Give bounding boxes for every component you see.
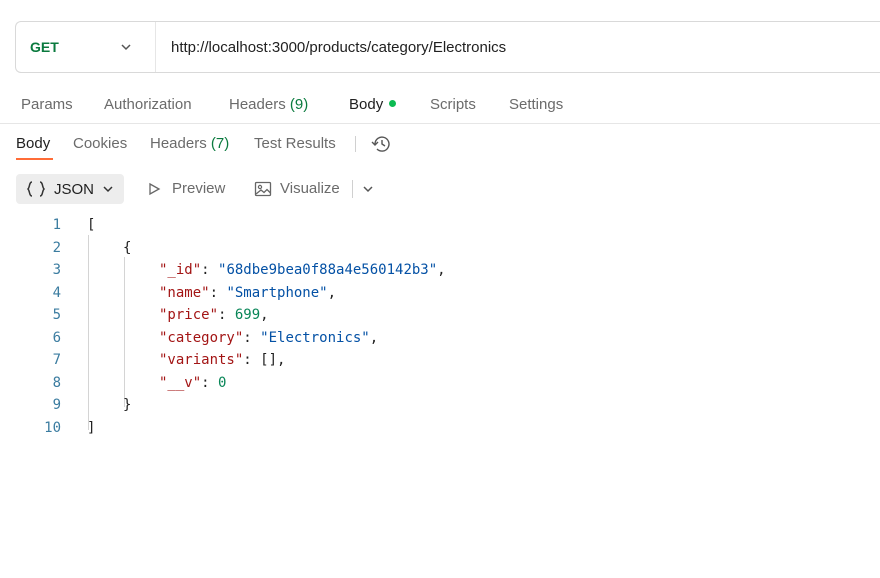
line-number: 10 [44, 420, 61, 436]
chevron-down-icon [103, 186, 113, 193]
response-tab-test-results[interactable]: Test Results [254, 135, 336, 152]
json-key: "__v" [159, 375, 202, 391]
json-key: "name" [159, 285, 210, 301]
json-key: "price" [159, 307, 219, 323]
indent-guide [124, 257, 125, 407]
indent-guide [88, 235, 89, 430]
json-value: 699 [234, 307, 261, 323]
format-label: JSON [54, 180, 95, 198]
play-icon [149, 182, 161, 196]
json-open-bracket: [ [87, 217, 96, 233]
json-value: "Smartphone" [226, 285, 328, 301]
active-indicator-dot [389, 100, 397, 107]
tab-headers-count: (9) [289, 96, 309, 113]
json-value: "68dbe9bea0f88a4e560142b3" [218, 262, 438, 278]
response-tab-headers-count: (7) [210, 135, 230, 152]
response-tab-headers[interactable]: Headers (7) [150, 135, 229, 152]
json-line: "_id": "68dbe9bea0f88a4e560142b3", [159, 262, 446, 278]
image-icon [254, 181, 272, 197]
response-tab-body[interactable]: Body [16, 135, 50, 152]
json-close-bracket: ] [87, 420, 96, 436]
method-select[interactable]: GET [16, 22, 156, 72]
response-tab-cookies[interactable]: Cookies [73, 135, 127, 152]
format-select-button[interactable]: JSON [16, 174, 124, 204]
line-number: 3 [52, 262, 61, 278]
json-open-brace: { [123, 240, 132, 256]
line-number: 8 [52, 375, 61, 391]
json-key: "variants" [159, 352, 244, 368]
line-number: 4 [52, 285, 61, 301]
json-value: "Electronics" [260, 330, 370, 346]
line-number: 2 [52, 240, 61, 256]
line-number: 1 [52, 217, 61, 233]
url-input[interactable]: http://localhost:3000/products/category/… [156, 39, 506, 56]
line-number: 5 [52, 307, 61, 323]
json-value: [] [260, 352, 278, 368]
json-comma: , [327, 285, 337, 301]
json-line: "price": 699, [159, 307, 269, 323]
chevron-down-icon[interactable] [362, 183, 374, 195]
visualize-button[interactable]: Visualize [280, 180, 340, 197]
divider [355, 136, 356, 152]
tab-authorization[interactable]: Authorization [104, 96, 192, 113]
line-number: 7 [52, 352, 61, 368]
json-key: "category" [159, 330, 244, 346]
tab-body[interactable]: Body [349, 96, 397, 113]
history-icon[interactable] [370, 134, 392, 154]
json-comma: , [277, 352, 286, 368]
divider [352, 180, 353, 198]
tab-settings[interactable]: Settings [509, 96, 563, 113]
json-close-brace: } [123, 397, 132, 413]
tab-body-label: Body [349, 96, 384, 113]
json-line: "variants": [], [159, 352, 286, 368]
chevron-down-icon [121, 44, 131, 51]
json-comma: , [369, 330, 379, 346]
json-comma: , [260, 307, 269, 323]
response-tab-headers-label: Headers [150, 135, 207, 152]
json-comma: , [437, 262, 446, 278]
json-line: "name": "Smartphone", [159, 285, 337, 301]
tab-headers-label: Headers [229, 96, 286, 113]
tab-scripts[interactable]: Scripts [430, 96, 476, 113]
method-label: GET [30, 39, 59, 55]
curly-braces-icon [26, 181, 46, 197]
line-number: 6 [52, 330, 61, 346]
json-key: "_id" [159, 262, 202, 278]
json-value: 0 [218, 375, 227, 391]
request-url-bar: GET http://localhost:3000/products/categ… [15, 21, 880, 73]
line-number: 9 [52, 397, 61, 413]
request-tabs: Params Authorization Headers (9) Body Sc… [0, 88, 880, 124]
active-tab-underline [16, 158, 53, 160]
tab-headers[interactable]: Headers (9) [229, 96, 308, 113]
json-line: "__v": 0 [159, 375, 227, 391]
preview-button[interactable]: Preview [172, 180, 225, 197]
json-line: "category": "Electronics", [159, 330, 379, 346]
tab-params[interactable]: Params [21, 96, 73, 113]
